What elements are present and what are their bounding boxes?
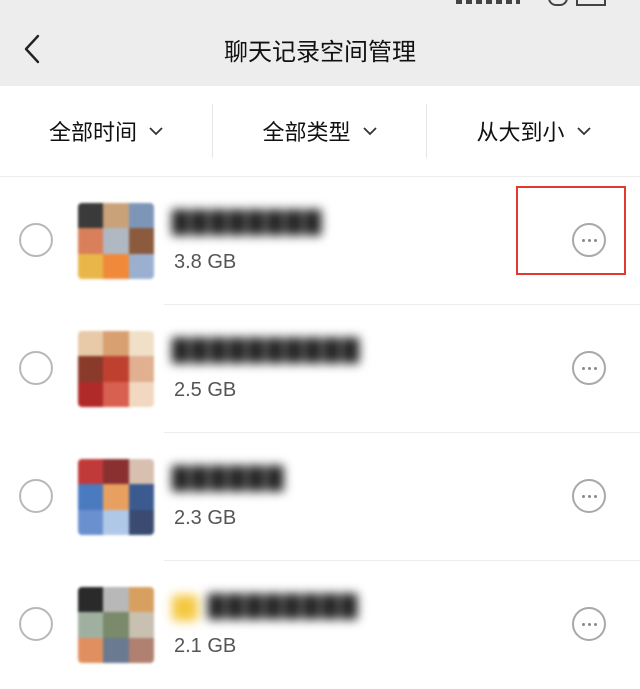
chat-name: ██████████ <box>172 339 362 364</box>
wifi-icon <box>548 0 568 6</box>
filter-label: 全部类型 <box>262 121 351 146</box>
folder-icon <box>172 595 198 621</box>
storage-size: 3.8 GB <box>174 251 237 273</box>
dot <box>593 238 597 242</box>
select-radio[interactable] <box>19 607 53 641</box>
dot <box>593 622 597 626</box>
storage-size: 2.1 GB <box>174 635 237 657</box>
dot <box>581 238 585 242</box>
battery-icon <box>576 0 606 6</box>
sort-filter-dropdown[interactable]: 从大到小 <box>427 86 640 176</box>
type-filter-dropdown[interactable]: 全部类型 <box>213 86 426 176</box>
more-button[interactable] <box>572 607 606 641</box>
dot <box>587 622 591 626</box>
chat-name: ████████ <box>172 211 324 236</box>
signal-icon <box>456 0 520 4</box>
avatar <box>78 203 154 279</box>
list-item[interactable]: ████████ 2.1 GB <box>0 561 640 689</box>
storage-size: 2.5 GB <box>174 379 237 401</box>
dot <box>581 622 585 626</box>
dot <box>581 366 585 370</box>
list-item[interactable]: ████████ 3.8 GB <box>0 177 640 305</box>
filter-label: 从大到小 <box>476 121 565 146</box>
chevron-down-icon <box>362 127 377 136</box>
dot <box>587 494 591 498</box>
dot <box>587 366 591 370</box>
filter-label: 全部时间 <box>48 121 137 146</box>
dot <box>593 366 597 370</box>
page-title: 聊天记录空间管理 <box>224 38 416 66</box>
more-button[interactable] <box>572 223 606 257</box>
dot <box>587 238 591 242</box>
select-radio[interactable] <box>19 479 53 513</box>
more-button[interactable] <box>572 351 606 385</box>
nav-bar: 聊天记录空间管理 <box>0 14 640 86</box>
avatar <box>78 587 154 663</box>
chat-name-text: ████████ <box>208 595 360 620</box>
list-item[interactable]: ██████ 2.3 GB <box>0 433 640 561</box>
select-radio[interactable] <box>19 223 53 257</box>
dot <box>581 494 585 498</box>
chat-name: ██████ <box>172 467 286 492</box>
filter-bar: 全部时间 全部类型 从大到小 <box>0 86 640 177</box>
dot <box>593 494 597 498</box>
status-bar <box>0 0 640 14</box>
avatar <box>78 459 154 535</box>
chevron-down-icon <box>576 127 591 136</box>
select-radio[interactable] <box>19 351 53 385</box>
storage-size: 2.3 GB <box>174 507 237 529</box>
chat-name: ████████ <box>172 595 359 621</box>
list-item[interactable]: ██████████ 2.5 GB <box>0 305 640 433</box>
avatar <box>78 331 154 407</box>
chevron-down-icon <box>149 127 163 136</box>
more-button[interactable] <box>572 479 606 513</box>
time-filter-dropdown[interactable]: 全部时间 <box>0 86 212 176</box>
